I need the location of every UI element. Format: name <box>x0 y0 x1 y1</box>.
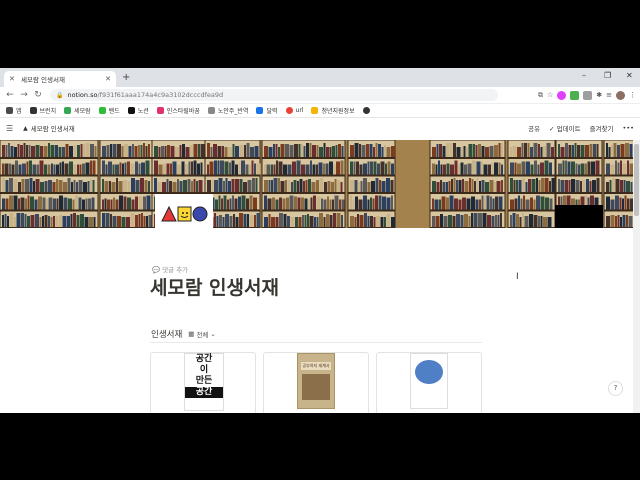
breadcrumb[interactable]: 세모람 인생서재 <box>31 123 75 133</box>
book-card[interactable]: 공부하지 세계사 <box>263 352 369 413</box>
cover-illustration <box>302 374 330 400</box>
kebab-menu-icon[interactable]: ⋮ <box>629 91 636 99</box>
hamburger-menu-icon[interactable]: ☰ <box>6 124 13 133</box>
view-selector[interactable]: ▦ 전체 ⌄ <box>188 329 216 339</box>
database-title[interactable]: 인생서재 <box>151 328 182 340</box>
shapes-icon <box>161 205 208 222</box>
chevron-down-icon: ⌄ <box>210 330 216 338</box>
book-cover <box>410 353 448 409</box>
database-header: 인생서재 ▦ 전체 ⌄ <box>151 328 216 340</box>
cover-globe <box>415 360 443 384</box>
bookmark-item[interactable]: 앱 <box>6 106 22 115</box>
browser-tab[interactable]: ✕ 세모람 인생서재 ✕ <box>4 71 116 87</box>
github-icon <box>362 107 370 114</box>
notion-icon <box>127 107 135 114</box>
gallery-icon: ▦ <box>188 330 195 338</box>
help-button[interactable]: ? <box>608 381 623 396</box>
media-icon[interactable]: ≡ <box>606 91 612 99</box>
bookmarks-bar: 앱 브런치 세모람 밴드 노션 인스타릴바꿈 노안주_반역 달력 url 청년지… <box>0 104 640 118</box>
book-card[interactable]: 공간 이 만든 공간 <box>150 352 256 413</box>
profile-avatar-icon[interactable] <box>616 90 625 100</box>
extension-icon[interactable] <box>583 90 593 100</box>
drive-icon <box>64 107 72 114</box>
bookmark-item[interactable]: 브런치 <box>29 106 56 115</box>
apps-grid-icon <box>6 107 13 114</box>
more-button[interactable]: ••• <box>622 124 634 132</box>
forward-icon[interactable]: → <box>18 90 30 100</box>
extensions-area: ⧉ ☆ ✱ ≡ ⋮ <box>538 90 636 100</box>
close-window-icon[interactable]: ✕ <box>626 71 633 80</box>
extension-icon[interactable] <box>570 90 580 100</box>
bookshelf-cover-image <box>0 140 640 228</box>
gallery: 공간 이 만든 공간 공부하지 세계사 <box>150 352 482 413</box>
page-title[interactable]: 세모람 인생서재 <box>150 273 279 300</box>
check-icon: ✓ <box>549 125 557 133</box>
tab-strip: ✕ 세모람 인생서재 ✕ + – ❐ ✕ <box>0 68 640 87</box>
brunch-icon <box>29 107 37 114</box>
bookmark-item[interactable]: 달력 <box>256 106 278 115</box>
book-cover: 공간 이 만든 공간 <box>184 353 224 411</box>
bookmark-item[interactable]: 청년지원정보 <box>311 106 355 115</box>
doc-icon <box>207 107 215 114</box>
minimize-icon[interactable]: – <box>582 71 586 80</box>
restore-icon[interactable]: ❐ <box>604 71 611 80</box>
bookmark-star-icon[interactable]: ☆ <box>547 91 553 99</box>
tab-title: 세모람 인생서재 <box>21 76 65 84</box>
page-cover <box>0 140 640 228</box>
notion-topbar: ☰ ▲ 세모람 인생서재 공유 ✓ 업데이트 즐겨찾기 ••• <box>0 118 640 138</box>
address-toolbar: ← → ↻ 🔒 notion.so/f931f61aaa174a4c9a3102… <box>0 87 640 104</box>
lock-icon: 🔒 <box>56 91 64 99</box>
text-cursor-icon: I <box>516 272 519 282</box>
puzzle-icon[interactable]: ✱ <box>596 91 602 99</box>
instagram-icon <box>156 107 164 114</box>
url-path: /f931f61aaa174a4c9a3102dcccdfea9d <box>97 91 224 99</box>
divider <box>150 342 482 343</box>
book-card[interactable] <box>376 352 482 413</box>
calendar-icon <box>256 107 264 114</box>
scrollbar-thumb[interactable] <box>634 144 639 216</box>
page-shapes-icon: ▲ <box>23 124 28 132</box>
translate-icon[interactable]: ⧉ <box>538 91 543 100</box>
extension-icon[interactable] <box>557 90 567 100</box>
url-host: notion.so <box>67 91 98 99</box>
bookmark-item[interactable]: 밴드 <box>98 106 120 115</box>
close-tab-icon[interactable]: ✕ <box>105 75 111 83</box>
bookmark-item[interactable]: 노션 <box>127 106 149 115</box>
back-icon[interactable]: ← <box>4 90 16 100</box>
notion-favicon-icon: ✕ <box>9 75 15 83</box>
favorite-button[interactable]: 즐겨찾기 <box>590 123 614 133</box>
address-bar[interactable]: 🔒 notion.so/f931f61aaa174a4c9a3102dcccdf… <box>50 89 498 101</box>
updates-button[interactable]: ✓ 업데이트 <box>549 123 580 133</box>
topbar-actions: 공유 ✓ 업데이트 즐겨찾기 ••• <box>528 123 634 133</box>
youth-info-icon <box>311 107 319 114</box>
bookmark-item[interactable]: 인스타릴바꿈 <box>156 106 200 115</box>
bookmark-item[interactable]: url <box>285 107 303 114</box>
bookmark-item[interactable] <box>362 107 373 114</box>
page-icon[interactable] <box>155 194 213 232</box>
reload-icon[interactable]: ↻ <box>32 90 44 100</box>
book-cover: 공부하지 세계사 <box>297 353 335 409</box>
share-button[interactable]: 공유 <box>528 123 540 133</box>
bookmark-item[interactable]: 노안주_반역 <box>207 106 248 115</box>
bookmark-item[interactable]: 세모람 <box>64 106 91 115</box>
band-icon <box>98 107 106 114</box>
url-icon <box>285 107 293 114</box>
new-tab-icon[interactable]: + <box>122 72 130 84</box>
